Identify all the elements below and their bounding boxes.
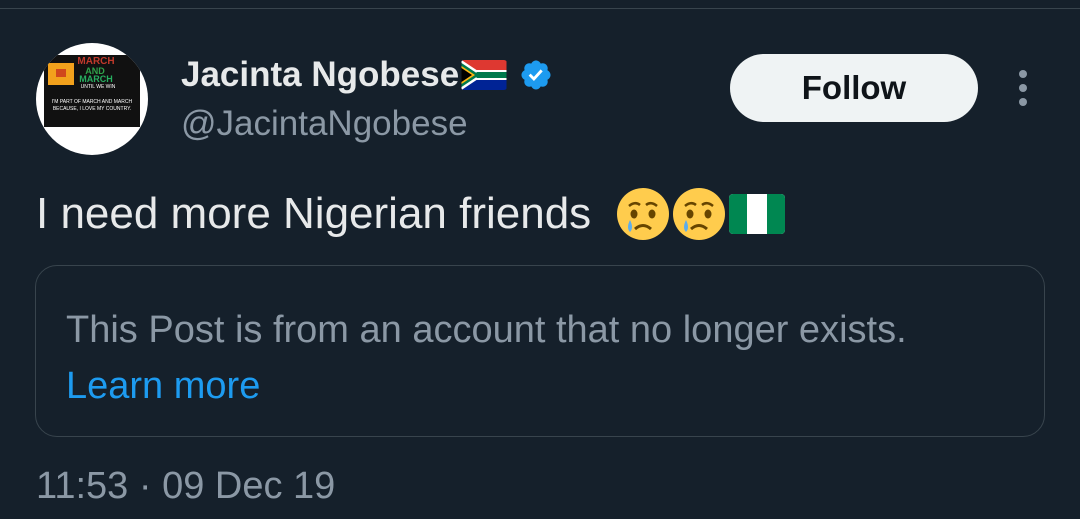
south-africa-flag-icon (461, 60, 507, 90)
avatar-text-line4: UNTIL WE WIN (80, 84, 116, 90)
learn-more-link[interactable]: Learn more (66, 365, 260, 407)
tweet-body: I need more Nigerian friends (36, 186, 786, 242)
timestamp-separator: · (138, 465, 152, 507)
avatar-image: MARCH AND MARCH UNTIL WE WIN I'M PART OF… (44, 55, 140, 127)
avatar[interactable]: MARCH AND MARCH UNTIL WE WIN I'M PART OF… (36, 43, 148, 155)
tweet-text: I need more Nigerian friends (36, 189, 592, 238)
top-divider (0, 0, 1080, 9)
display-name[interactable]: Jacinta Ngobese (181, 54, 459, 96)
crying-face-emoji-icon (673, 188, 726, 240)
notice-message: This Post is from an account that no lon… (66, 309, 907, 351)
avatar-caption: I'M PART OF MARCH AND MARCH BECAUSE, I L… (51, 99, 133, 112)
verified-badge-icon (521, 60, 551, 90)
author-handle[interactable]: @JacintaNgobese (181, 102, 468, 146)
crying-face-emoji-icon (617, 188, 670, 240)
avatar-text-line3: MARCH (79, 74, 113, 84)
post-date: 09 Dec 19 (162, 465, 336, 507)
avatar-logo-mark (48, 63, 74, 85)
notice-text-block: This Post is from an account that no lon… (66, 302, 966, 414)
follow-button[interactable]: Follow (730, 54, 978, 122)
post-timestamp[interactable]: 11:53 · 09 Dec 19 (36, 464, 335, 508)
more-vertical-icon[interactable] (1006, 66, 1040, 110)
author-name-row: Jacinta Ngobese (181, 54, 553, 96)
unavailable-post-notice: This Post is from an account that no lon… (35, 265, 1045, 437)
nigeria-flag-emoji-icon (729, 194, 786, 234)
post-time: 11:53 (36, 465, 129, 507)
